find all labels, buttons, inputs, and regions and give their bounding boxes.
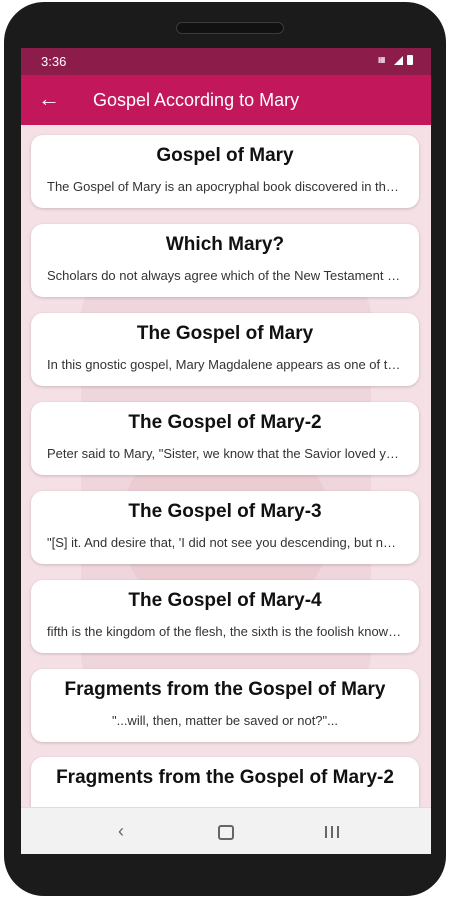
list-item[interactable]: Fragments from the Gospel of Mary "...wi… (31, 669, 419, 742)
status-bar: 3:36 ▦ (21, 48, 431, 75)
list-item[interactable]: The Gospel of Mary In this gnostic gospe… (31, 313, 419, 386)
back-arrow-icon[interactable]: ← (37, 87, 61, 111)
list-item-subtitle: fifth is the kingdom of the flesh, the s… (47, 624, 419, 639)
list-container[interactable]: Gospel of Mary The Gospel of Mary is an … (21, 125, 431, 807)
battery-icon (407, 55, 413, 65)
nav-back-icon[interactable]: ‹ (106, 818, 136, 844)
list-item-title: The Gospel of Mary-3 (128, 501, 322, 522)
list-item-subtitle: The Gospel of Mary is an apocryphal book… (47, 179, 419, 194)
status-icons: ▦ (378, 55, 413, 65)
list-item[interactable]: The Gospel of Mary-2 Peter said to Mary,… (31, 402, 419, 475)
list-item[interactable]: Gospel of Mary The Gospel of Mary is an … (31, 135, 419, 208)
nav-recent-apps-icon[interactable] (317, 818, 347, 844)
phone-speaker (176, 22, 284, 34)
list-item-subtitle: Peter said to Mary, "Sister, we know tha… (47, 446, 419, 461)
screen: 3:36 ▦ ← Gospel According to Mary Gospel… (21, 48, 431, 854)
list-item[interactable]: The Gospel of Mary-3 "[S] it. And desire… (31, 491, 419, 564)
phone-frame: 3:36 ▦ ← Gospel According to Mary Gospel… (0, 0, 450, 900)
list-item-subtitle: "...will, then, matter be saved or not?"… (111, 713, 338, 728)
sim-icon: ▦ (378, 55, 386, 64)
list-item-title: Which Mary? (165, 234, 285, 255)
list-item[interactable]: Which Mary? Scholars do not always agree… (31, 224, 419, 297)
list-item-subtitle: In this gnostic gospel, Mary Magdalene a… (47, 357, 419, 372)
list-item-title: The Gospel of Mary (136, 323, 314, 344)
list-item-subtitle: Scholars do not always agree which of th… (47, 268, 419, 283)
list-item-title: Fragments from the Gospel of Mary-2 (56, 767, 394, 788)
list-item[interactable]: The Gospel of Mary-4 fifth is the kingdo… (31, 580, 419, 653)
navigation-bar: ‹ (21, 807, 431, 854)
list-item-title: The Gospel of Mary-2 (128, 412, 322, 433)
app-bar: ← Gospel According to Mary (21, 75, 431, 125)
list-item[interactable]: Fragments from the Gospel of Mary-2 (31, 757, 419, 807)
signal-icon (394, 55, 403, 65)
page-title: Gospel According to Mary (93, 90, 300, 110)
list-item-title: The Gospel of Mary-4 (128, 590, 322, 611)
list-item-title: Gospel of Mary (156, 145, 294, 166)
list-item-subtitle: "[S] it. And desire that, 'I did not see… (47, 535, 419, 550)
nav-home-icon[interactable] (211, 818, 241, 844)
status-time: 3:36 (41, 54, 67, 69)
list-item-title: Fragments from the Gospel of Mary (64, 679, 386, 700)
